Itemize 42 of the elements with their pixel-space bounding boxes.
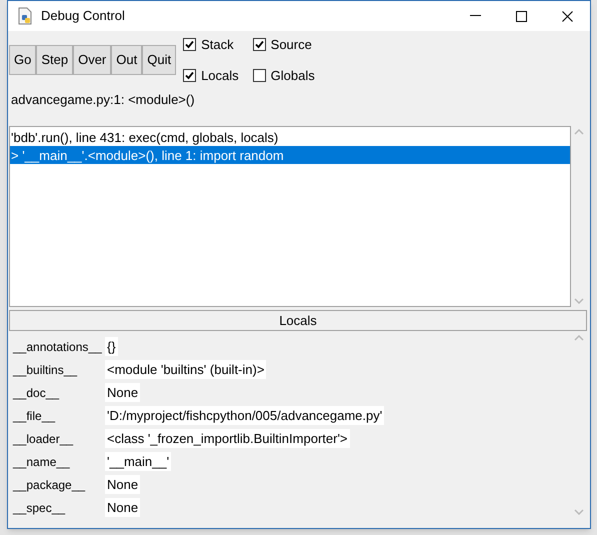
variable-name: __name__ (13, 454, 71, 470)
checkbox[interactable]: Globals (252, 66, 315, 85)
checkbox-box[interactable] (252, 68, 266, 82)
checkbox-box[interactable] (183, 68, 196, 82)
variable-value: '__main__' (105, 452, 172, 472)
variable-name: __builtins__ (13, 362, 78, 378)
minimize-icon[interactable] (470, 15, 480, 17)
stack-row[interactable]: 'bdb'.run(), line 431: exec(cmd, globals, locals) (10, 128, 570, 146)
variable-value: None (105, 382, 140, 402)
locals-header: Locals (9, 310, 587, 331)
checkbox[interactable]: Locals (183, 66, 239, 85)
maximize-icon[interactable] (516, 10, 526, 22)
checkbox[interactable]: Stack (183, 35, 239, 54)
variable-value: {} (105, 336, 118, 356)
close-icon[interactable] (562, 10, 572, 22)
stack-list[interactable]: 'bdb'.run(), line 431: exec(cmd, globals, locals) > '__main__'.<module>(), line 1: import random (9, 126, 571, 307)
variable-value: None (105, 474, 140, 494)
variable-name: __package__ (13, 476, 86, 494)
variable-name: __annotations__ (13, 338, 103, 356)
toolbar-button[interactable]: Out (111, 45, 142, 75)
checkbox[interactable]: Source (252, 35, 315, 54)
toolbar-button[interactable]: Step (36, 45, 74, 75)
python-file-icon (16, 7, 34, 25)
toolbar-button[interactable]: Quit (142, 45, 176, 75)
variable-value: <module 'builtins' (built-in)> (105, 360, 266, 380)
toolbar-button[interactable]: Over (73, 45, 112, 75)
variable-name: __loader__ (13, 430, 74, 448)
variable-name: __spec__ (13, 500, 66, 516)
checkbox-box[interactable] (183, 38, 196, 52)
toolbar-button[interactable]: Go (9, 45, 36, 75)
variable-name: __doc__ (13, 384, 60, 402)
window-title: Debug Control (41, 7, 125, 26)
stack-row[interactable]: > '__main__'.<module>(), line 1: import random (10, 146, 570, 164)
variable-value: <class '_frozen_importlib.BuiltinImporter'> (105, 428, 350, 448)
check-icon (254, 40, 264, 50)
check-icon (185, 70, 194, 80)
checkbox-box[interactable] (252, 38, 266, 52)
variable-value: 'D:/myproject/fishcpython/005/advancegame.py' (105, 406, 384, 426)
check-icon (185, 40, 194, 50)
variable-value: None (105, 498, 140, 518)
variable-name: __file__ (13, 408, 56, 424)
status-text: advancegame.py:1: <module>() (10, 91, 196, 109)
